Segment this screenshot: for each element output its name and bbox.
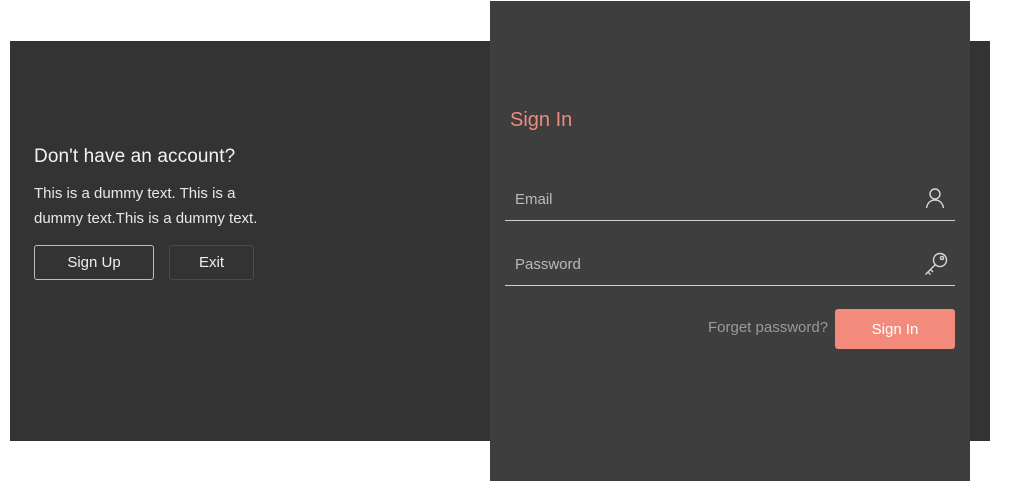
password-field-wrapper xyxy=(505,245,955,286)
signup-actions: Sign Up Exit xyxy=(34,245,254,280)
email-field[interactable] xyxy=(505,180,905,218)
forget-password-link[interactable]: Forget password? xyxy=(708,319,828,336)
key-icon xyxy=(923,251,948,275)
sign-in-button[interactable]: Sign In xyxy=(835,309,955,349)
email-field-wrapper xyxy=(505,180,955,221)
signin-panel: Sign In Forget password? Sign In xyxy=(490,1,970,481)
signup-intro: Don't have an account? This is a dummy t… xyxy=(34,146,294,231)
signup-heading: Don't have an account? xyxy=(34,146,236,167)
exit-button[interactable]: Exit xyxy=(169,245,254,280)
user-icon xyxy=(923,186,947,210)
sign-up-button[interactable]: Sign Up xyxy=(34,245,154,280)
signup-description-line-2: dummy text.This is a dummy text. xyxy=(34,210,258,227)
password-field[interactable] xyxy=(505,245,905,283)
signup-description-line-1: This is a dummy text. This is a xyxy=(34,185,236,202)
signin-heading: Sign In xyxy=(510,109,573,131)
signup-description: This is a dummy text. This is a dummy te… xyxy=(34,181,294,231)
